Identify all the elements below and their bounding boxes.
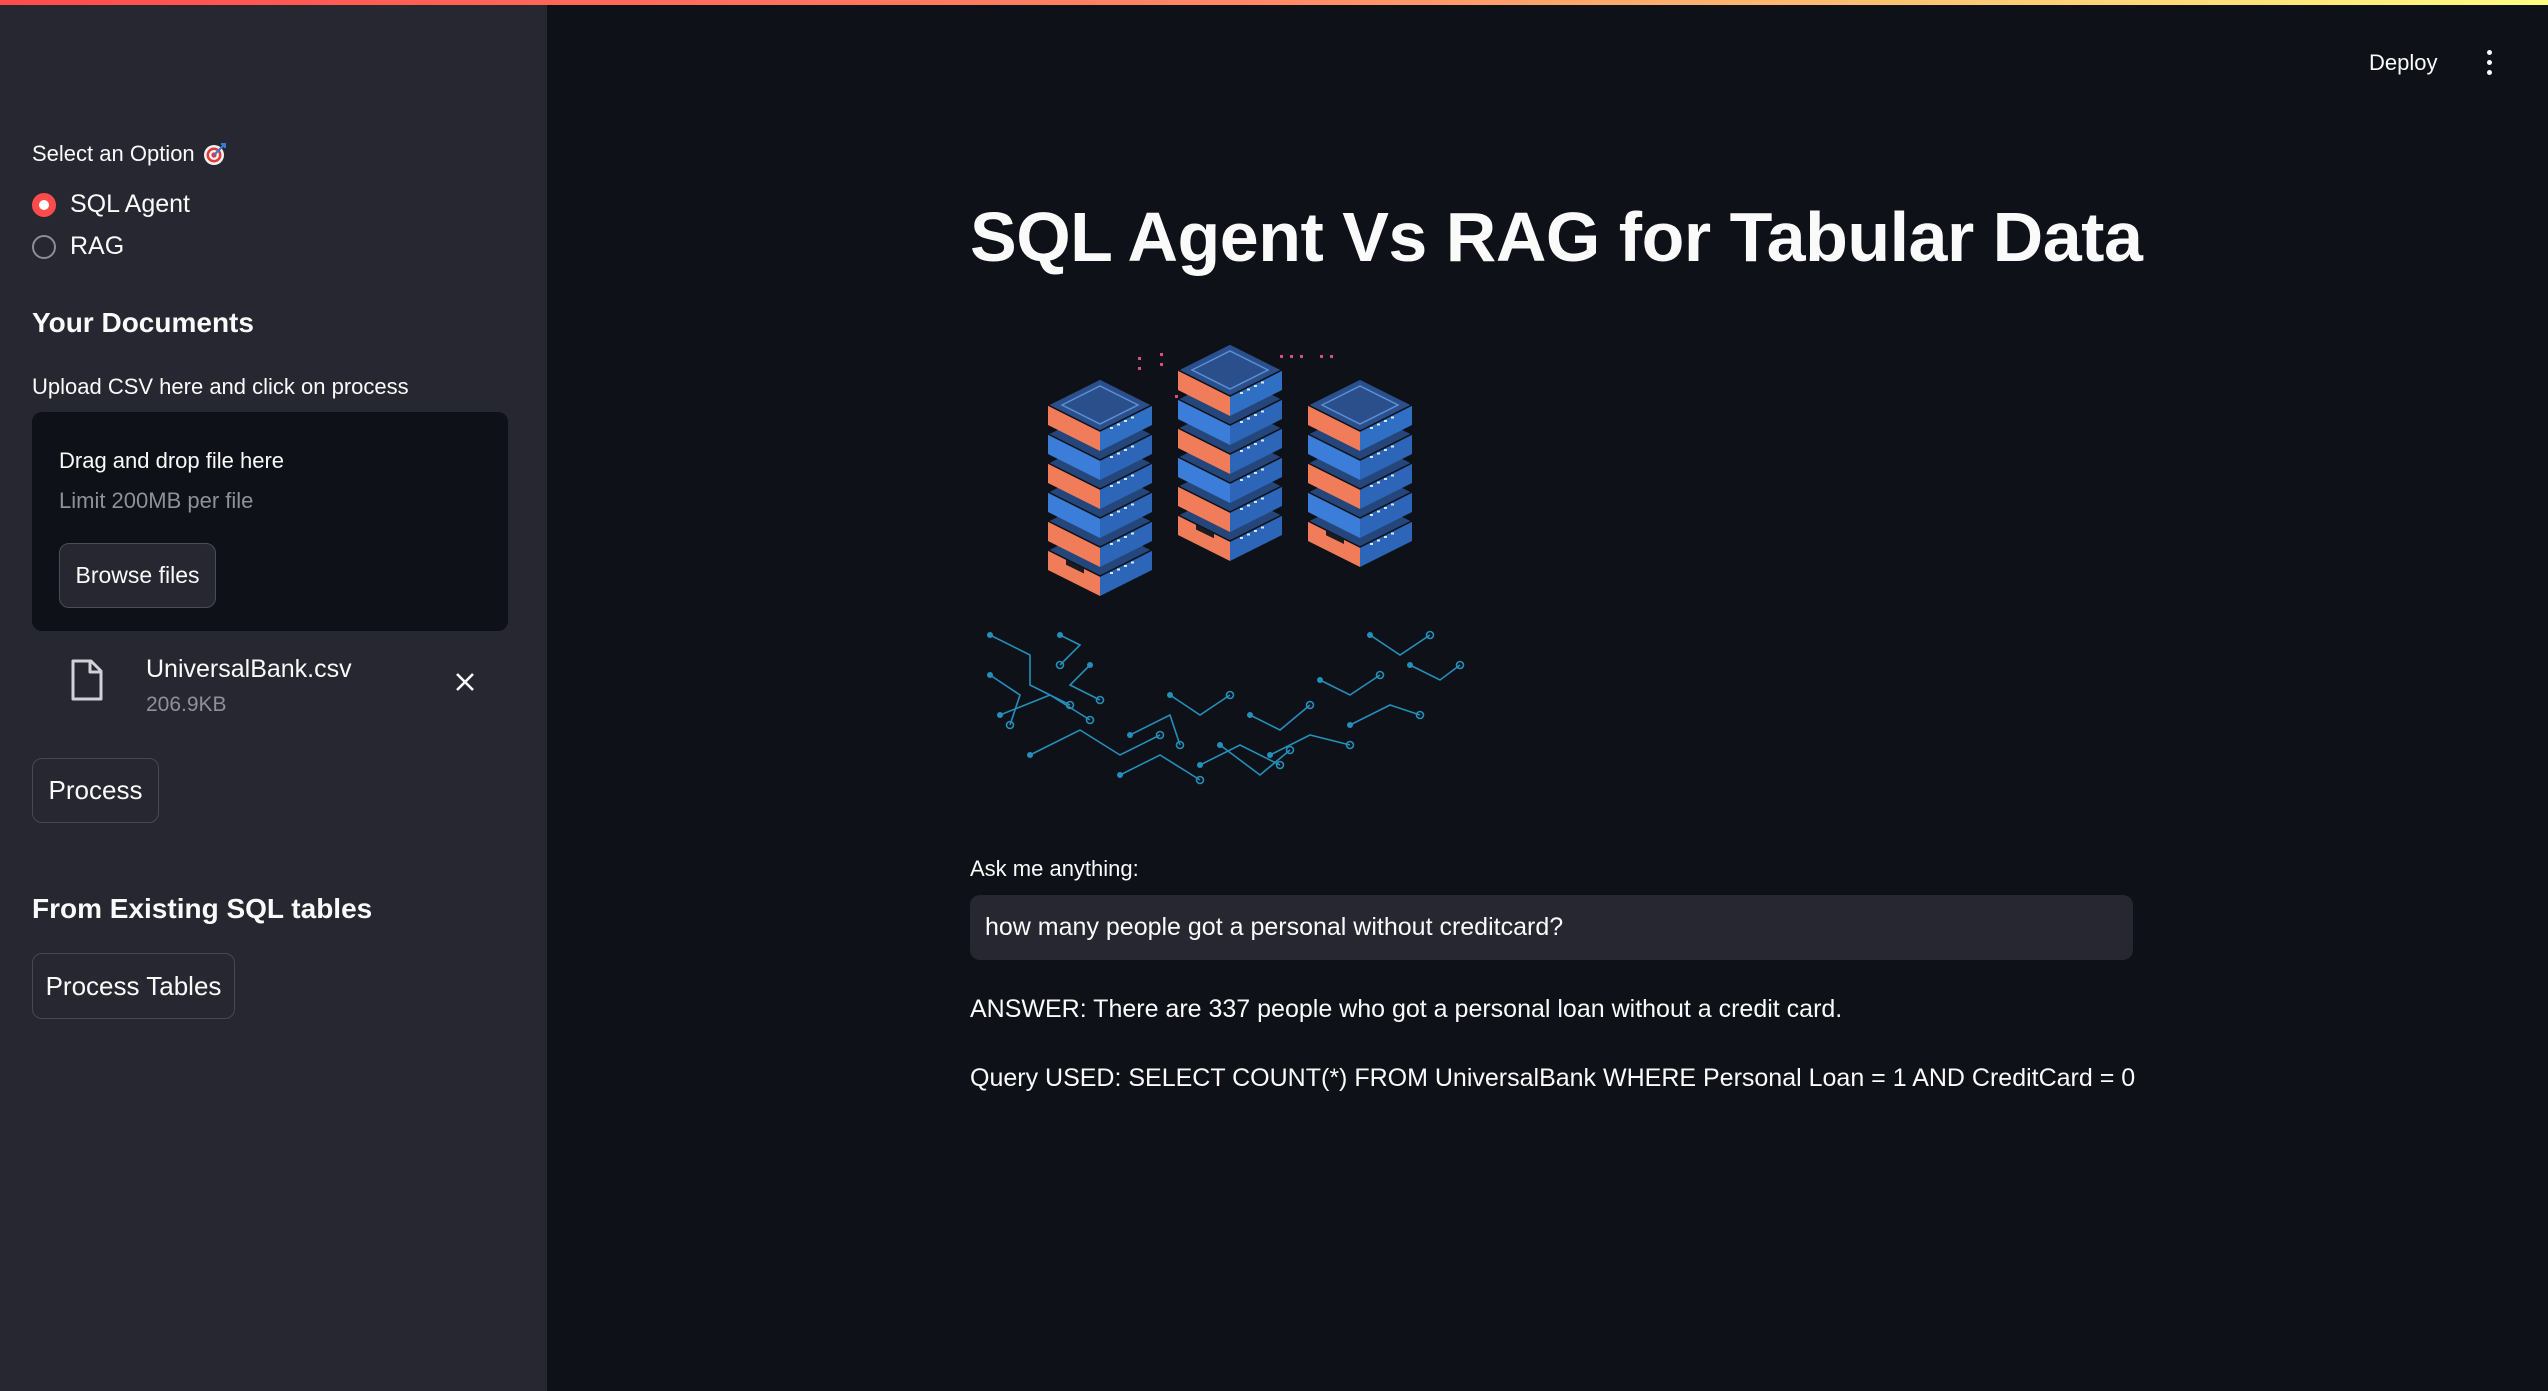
existing-tables-heading: From Existing SQL tables [32,893,373,924]
query-text: Query USED: SELECT COUNT(*) FROM Univers… [970,1064,2136,1092]
upload-label: Upload CSV here and click on process [32,374,409,399]
target-icon [203,143,226,165]
answer-text: ANSWER: There are 337 people who got a p… [970,995,1843,1023]
dropzone-title: Drag and drop file here [59,448,285,473]
radio-unselected-indicator[interactable] [32,234,56,259]
radio-sql-agent[interactable]: SQL Agent [32,190,190,219]
browse-files-button[interactable]: Browse files [59,543,216,608]
server-stack-illustration [987,343,1465,785]
sidebar: Select an Option SQL Agent RAG Your Docu… [0,5,547,1391]
question-input[interactable] [970,895,2133,960]
radio-rag[interactable]: RAG [32,232,124,261]
close-icon[interactable] [450,667,480,697]
select-option-label: Select an Option [32,141,227,167]
deploy-button[interactable]: Deploy [2369,50,2437,76]
uploaded-file-row: UniversalBank.csv 206.9KB [32,645,508,725]
file-dropzone[interactable]: Drag and drop file here Limit 200MB per … [32,412,508,631]
process-button[interactable]: Process [32,758,159,823]
radio-label-sql-agent: SQL Agent [70,190,190,218]
file-icon [71,659,103,701]
main-content: Deploy SQL Agent Vs RAG for Tabular Data… [547,5,2548,1391]
documents-heading: Your Documents [32,307,254,338]
file-size: 206.9KB [146,693,227,716]
radio-label-rag: RAG [70,232,125,260]
kebab-menu-icon[interactable] [2479,50,2499,80]
radio-selected-indicator[interactable] [32,192,56,217]
page-title: SQL Agent Vs RAG for Tabular Data [970,198,2143,276]
file-name: UniversalBank.csv [146,655,352,683]
ask-label: Ask me anything: [970,856,1139,881]
process-tables-button[interactable]: Process Tables [32,953,235,1019]
dropzone-limit: Limit 200MB per file [59,488,254,513]
